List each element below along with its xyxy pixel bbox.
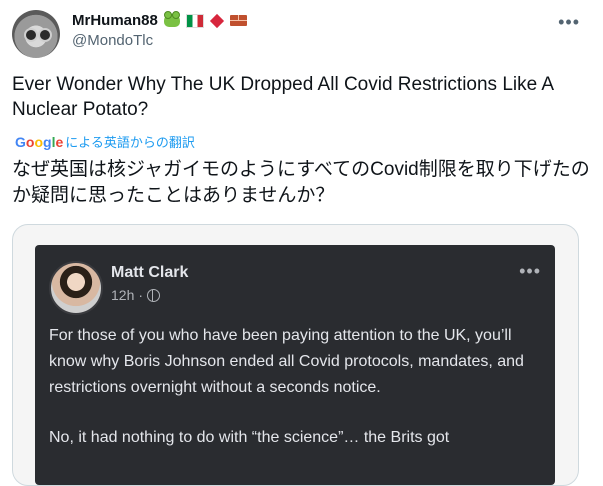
post-time: 12h (111, 287, 135, 303)
brick-icon (229, 15, 247, 26)
author-handle[interactable]: @MondoTlc (72, 32, 247, 49)
tweet-text: Ever Wonder Why The UK Dropped All Covid… (12, 74, 554, 120)
author-display-name[interactable]: MrHuman88 (72, 12, 158, 29)
avatar-eye (38, 28, 52, 42)
more-options-icon[interactable]: ••• (558, 12, 580, 33)
google-logo: Google (15, 133, 64, 150)
post-author-avatar (49, 261, 103, 315)
author-names: MrHuman88 @MondoTlc (72, 11, 247, 49)
frog-icon (163, 11, 180, 27)
embedded-post-screenshot: Matt Clark 12h · ••• For those of you wh… (35, 245, 555, 485)
post-paragraph: For those of you who have been paying at… (49, 327, 524, 396)
translate-label[interactable]: による英語からの翻訳 (65, 132, 195, 151)
meta-separator: · (138, 287, 144, 303)
post-paragraph: No, it had nothing to do with “the scien… (49, 429, 450, 446)
post-author-name: Matt Clark (111, 264, 189, 281)
avatar-eye (24, 28, 38, 42)
translated-tweet-text: なぜ英国は核ジャガイモのようにすべてのCovid制限を取り下げたのか疑問に思った… (12, 159, 590, 206)
translation-attribution[interactable]: Google による英語からの翻訳 (15, 132, 195, 151)
post-body: For those of you who have been paying at… (49, 323, 539, 475)
post-meta: 12h · (111, 287, 161, 303)
diamond-icon (209, 13, 224, 28)
italy-flag-icon (185, 13, 204, 28)
author-display-name-row[interactable]: MrHuman88 (72, 11, 247, 29)
globe-icon (147, 288, 161, 302)
tweet-media-card[interactable]: Matt Clark 12h · ••• For those of you wh… (12, 224, 579, 486)
author-avatar[interactable] (12, 10, 60, 58)
post-more-icon: ••• (519, 261, 541, 281)
tweet-header: MrHuman88 @MondoTlc ••• (12, 8, 592, 58)
